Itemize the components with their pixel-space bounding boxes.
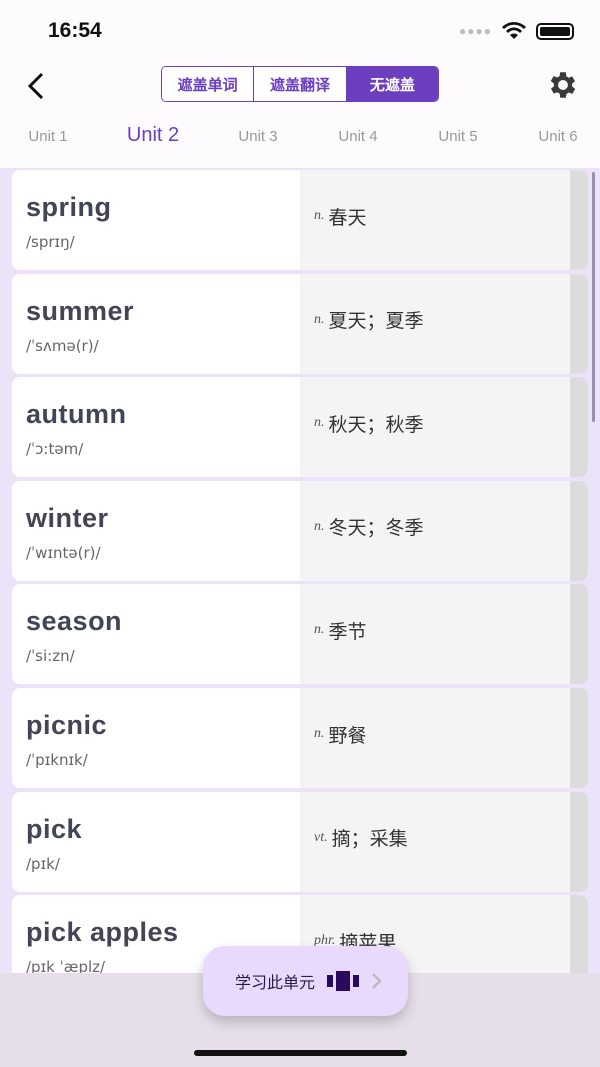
cover-mode-segmented-control[interactable]: 遮盖单词 遮盖翻译 无遮盖: [161, 66, 439, 102]
card-edge: [570, 584, 588, 685]
meaning-text: 冬天；冬季: [328, 518, 424, 540]
meaning-text: 野餐: [328, 725, 367, 747]
word-side: summer/ˈsʌmə(r)/: [12, 274, 300, 374]
translation-side: n. 秋天；秋季: [300, 377, 570, 478]
card-edge: [570, 273, 588, 374]
word-side: picnic/ˈpɪknɪk/: [12, 688, 300, 788]
part-of-speech: n.: [314, 726, 325, 741]
study-unit-label: 学习此单元: [235, 975, 316, 992]
translation-side: n. 季节: [300, 584, 570, 685]
word-text: summer: [26, 295, 135, 326]
home-indicator: [194, 1050, 407, 1056]
tab-unit-6[interactable]: Unit 6: [538, 128, 577, 145]
card-edge: [570, 791, 588, 892]
gear-icon[interactable]: [546, 68, 580, 102]
part-of-speech: n.: [314, 415, 325, 431]
word-text: pick: [26, 813, 83, 844]
part-of-speech: n.: [314, 622, 325, 638]
header: 16:54 ●●●● 遮盖单词 遮盖翻译 无遮盖 Unit 1 Unit 2 U…: [0, 0, 600, 168]
scrollbar[interactable]: [592, 172, 595, 422]
segment-cover-translation[interactable]: 遮盖翻译: [254, 67, 347, 101]
translation-side: n. 野餐: [300, 688, 570, 788]
word-card[interactable]: pick/pɪk/vt. 摘；采集: [12, 791, 588, 892]
word-text: winter: [26, 502, 109, 533]
tab-unit-5[interactable]: Unit 5: [438, 128, 477, 145]
translation-side: vt. 摘；采集: [300, 791, 570, 892]
tab-unit-3[interactable]: Unit 3: [238, 128, 277, 145]
segment-cover-word[interactable]: 遮盖单词: [162, 67, 255, 101]
meaning-text: 夏天；夏季: [328, 311, 424, 333]
tab-unit-1[interactable]: Unit 1: [28, 128, 67, 145]
tab-unit-2[interactable]: Unit 2: [127, 124, 179, 147]
cards-icon: [327, 971, 360, 991]
phonetic-text: /ˈwɪntə(r)/: [26, 543, 101, 562]
word-card[interactable]: spring/sprɪŋ/n. 春天: [12, 170, 588, 270]
card-edge: [570, 377, 588, 478]
word-text: pick apples: [26, 917, 179, 948]
card-edge: [570, 895, 588, 973]
word-text: season: [26, 606, 123, 637]
phonetic-text: /ˈɔ:təm/: [26, 440, 84, 459]
phonetic-text: /pɪk/: [26, 854, 60, 873]
unit-tabs: Unit 1 Unit 2 Unit 3 Unit 4 Unit 5 Unit …: [0, 124, 600, 150]
tab-unit-4[interactable]: Unit 4: [338, 128, 377, 145]
signal-icon: ●●●●: [459, 24, 492, 38]
status-icons: ●●●●: [459, 22, 574, 40]
meaning-text: 春天: [328, 207, 367, 229]
translation-side: n. 春天: [300, 170, 570, 270]
meaning-text: 秋天；秋季: [328, 414, 424, 436]
word-list[interactable]: spring/sprɪŋ/n. 春天 summer/ˈsʌmə(r)/n. 夏天；夏季…: [12, 170, 588, 973]
part-of-speech: n.: [314, 208, 325, 223]
part-of-speech: vt.: [314, 829, 328, 845]
card-edge: [570, 480, 588, 581]
word-card[interactable]: picnic/ˈpɪknɪk/n. 野餐: [12, 688, 588, 788]
phonetic-text: /ˈpɪknɪk/: [26, 751, 88, 769]
card-edge: [570, 688, 588, 788]
translation-side: n. 冬天；冬季: [300, 480, 570, 581]
phonetic-text: /ˈsi:zn/: [26, 647, 75, 666]
word-card[interactable]: season/ˈsi:zn/n. 季节: [12, 584, 588, 685]
word-side: pick/pɪk/: [12, 792, 300, 892]
word-text: picnic: [26, 710, 108, 740]
back-button[interactable]: [22, 66, 62, 106]
study-unit-button[interactable]: 学习此单元: [203, 946, 408, 1016]
translation-side: n. 夏天；夏季: [300, 273, 570, 374]
phonetic-text: /ˈsʌmə(r)/: [26, 336, 99, 355]
word-side: spring/sprɪŋ/: [12, 170, 300, 270]
meaning-text: 季节: [328, 621, 367, 643]
segment-no-cover[interactable]: 无遮盖: [346, 67, 438, 101]
battery-icon: [536, 22, 574, 40]
part-of-speech: n.: [314, 311, 325, 327]
word-card[interactable]: summer/ˈsʌmə(r)/n. 夏天；夏季: [12, 273, 588, 374]
wifi-icon: [502, 22, 526, 39]
word-card[interactable]: winter/ˈwɪntə(r)/n. 冬天；冬季: [12, 480, 588, 581]
word-side: season/ˈsi:zn/: [12, 584, 300, 684]
part-of-speech: n.: [314, 518, 325, 534]
chevron-right-icon: [372, 973, 382, 989]
word-card[interactable]: autumn/ˈɔ:təm/n. 秋天；秋季: [12, 377, 588, 478]
word-text: autumn: [26, 399, 127, 430]
card-edge: [570, 170, 588, 270]
word-text: spring: [26, 192, 112, 222]
meaning-text: 摘；采集: [331, 829, 408, 851]
status-time: 16:54: [48, 19, 102, 42]
word-side: winter/ˈwɪntə(r)/: [12, 481, 300, 581]
word-side: autumn/ˈɔ:təm/: [12, 377, 300, 477]
phonetic-text: /sprɪŋ/: [26, 233, 75, 251]
